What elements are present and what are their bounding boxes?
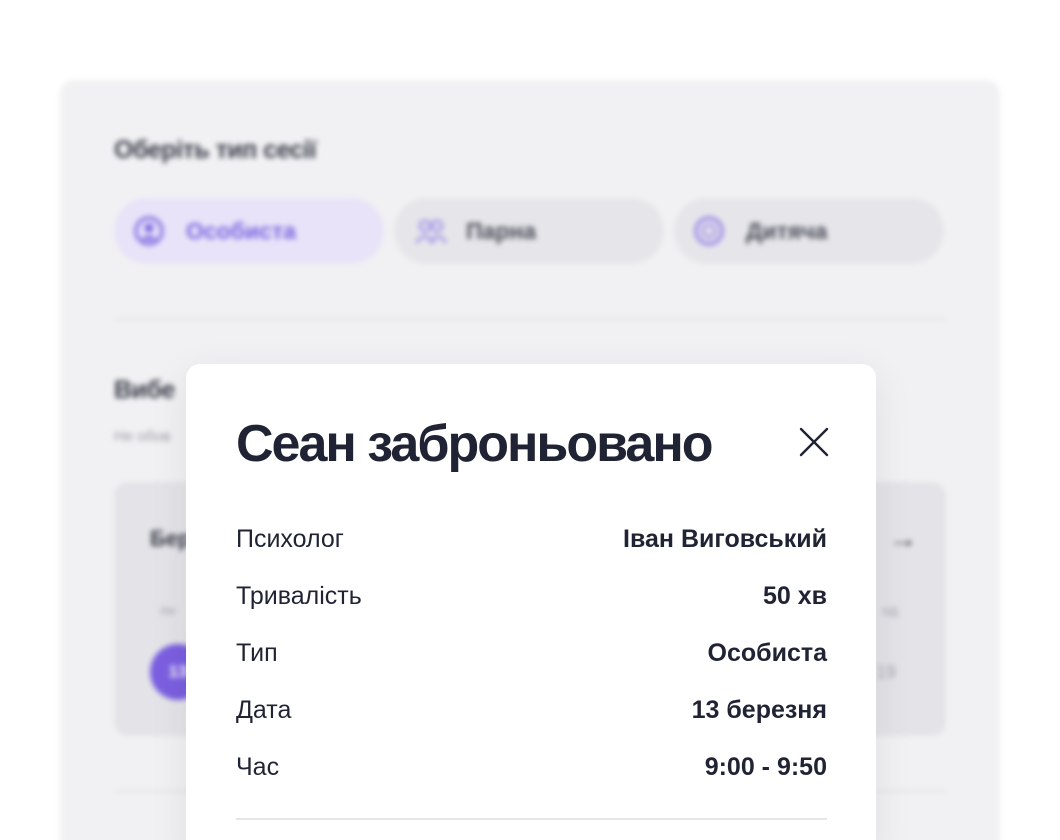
detail-row-time: Час 9:00 - 9:50 [236,750,827,784]
detail-value: 13 березня [691,695,827,724]
detail-label: Час [236,752,280,781]
detail-row-psychologist: Психолог Іван Виговський [236,522,827,556]
modal-title: Сеан заброньовано [236,415,713,473]
weekday-label: нд [882,602,898,618]
detail-value: Іван Виговський [623,524,827,553]
arrow-right-icon[interactable]: → [888,522,918,556]
date-section-title: Вибе [114,376,175,404]
booking-screen: Оберіть тип сесії Особиста Парна Дитяча … [0,0,1060,840]
detail-value: 9:00 - 9:50 [704,752,827,781]
date-section-hint: Не обов [114,428,171,445]
calendar-day[interactable]: 19 [876,662,896,683]
detail-label: Психолог [236,524,344,553]
session-type-selector: Особиста Парна Дитяча [114,198,944,264]
session-type-label: Парна [466,217,537,244]
detail-label: Тривалість [236,581,362,610]
child-icon [694,216,724,246]
detail-label: Тип [236,638,278,667]
detail-row-date: Дата 13 березня [236,693,827,727]
detail-label: Дата [236,695,292,724]
session-type-label: Особиста [186,217,296,244]
session-type-title: Оберіть тип сесії [114,136,317,164]
detail-row-type: Тип Особиста [236,636,827,670]
weekday-label: пн [160,602,176,618]
detail-row-duration: Тривалість 50 хв [236,579,827,613]
booking-confirmation-modal: Сеан заброньовано Психолог Іван Виговськ… [186,364,876,840]
session-type-label: Дитяча [746,217,828,244]
session-type-personal-option[interactable]: Особиста [114,198,384,264]
modal-divider [236,818,827,820]
person-icon [134,216,164,246]
detail-value: 50 хв [762,581,827,610]
couple-icon [414,216,448,246]
section-divider [114,318,946,320]
session-type-child-option[interactable]: Дитяча [674,198,944,264]
session-type-couple-option[interactable]: Парна [394,198,664,264]
detail-value: Особиста [707,638,827,667]
close-icon[interactable] [796,424,832,460]
